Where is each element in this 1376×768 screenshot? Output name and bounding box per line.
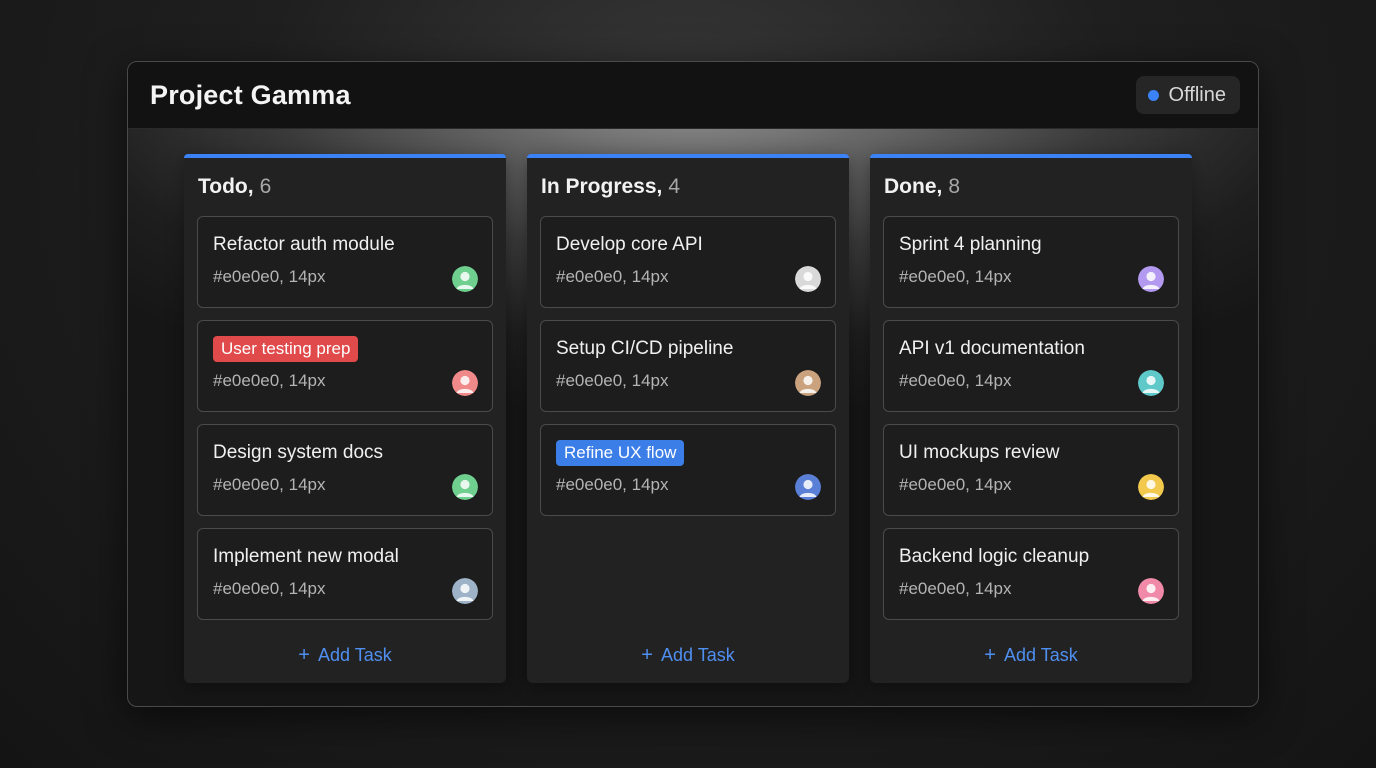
- column-done: Done, 8 Sprint 4 planning #e0e0e0, 14px …: [870, 154, 1192, 683]
- avatar[interactable]: [1138, 370, 1164, 396]
- avatar[interactable]: [795, 370, 821, 396]
- task-card[interactable]: Sprint 4 planning #e0e0e0, 14px: [883, 216, 1179, 308]
- avatar[interactable]: [452, 370, 478, 396]
- task-title: Backend logic cleanup: [899, 546, 1090, 567]
- task-card[interactable]: Refactor auth module #e0e0e0, 14px: [197, 216, 493, 308]
- plus-icon: +: [641, 644, 653, 666]
- avatar[interactable]: [452, 474, 478, 500]
- user-avatar-icon: [795, 474, 821, 500]
- board-columns: Todo, 6 Refactor auth module #e0e0e0, 14…: [184, 154, 1192, 683]
- task-card[interactable]: Design system docs #e0e0e0, 14px: [197, 424, 493, 516]
- user-avatar-icon: [452, 474, 478, 500]
- task-title: Refactor auth module: [213, 234, 395, 255]
- add-task-label: Add Task: [317, 645, 392, 665]
- column-count: 4: [668, 175, 681, 198]
- task-card[interactable]: Refine UX flow #e0e0e0, 14px: [540, 424, 836, 516]
- task-card[interactable]: Develop core API #e0e0e0, 14px: [540, 216, 836, 308]
- column-name: Todo: [198, 175, 248, 198]
- user-avatar-icon: [795, 370, 821, 396]
- task-card[interactable]: Setup CI/CD pipeline #e0e0e0, 14px: [540, 320, 836, 412]
- avatar[interactable]: [452, 578, 478, 604]
- add-task-label: Add Task: [660, 645, 735, 665]
- task-title: Design system docs: [213, 442, 384, 463]
- app-header: Project Gamma Offline: [128, 62, 1258, 129]
- task-meta: #e0e0e0, 14px: [213, 475, 326, 494]
- task-card[interactable]: API v1 documentation #e0e0e0, 14px: [883, 320, 1179, 412]
- user-avatar-icon: [1138, 474, 1164, 500]
- task-meta: #e0e0e0, 14px: [556, 475, 669, 494]
- add-task-button[interactable]: + Add Task: [870, 644, 1192, 667]
- task-title: Implement new modal: [213, 546, 399, 567]
- user-avatar-icon: [452, 370, 478, 396]
- task-title: Setup CI/CD pipeline: [556, 338, 734, 359]
- task-title: API v1 documentation: [899, 338, 1085, 359]
- avatar[interactable]: [795, 474, 821, 500]
- task-meta: #e0e0e0, 14px: [899, 371, 1012, 390]
- task-meta: #e0e0e0, 14px: [899, 267, 1012, 286]
- column-todo: Todo, 6 Refactor auth module #e0e0e0, 14…: [184, 154, 506, 683]
- status-dot-icon: [1147, 89, 1159, 101]
- plus-icon: +: [298, 644, 310, 666]
- user-avatar-icon: [1138, 578, 1164, 604]
- column-header: Todo, 6: [198, 175, 272, 198]
- user-avatar-icon: [795, 266, 821, 292]
- user-avatar-icon: [452, 266, 478, 292]
- task-title: UI mockups review: [899, 442, 1060, 463]
- column-count: 6: [259, 175, 272, 198]
- plus-icon: +: [984, 644, 996, 666]
- task-card[interactable]: Backend logic cleanup #e0e0e0, 14px: [883, 528, 1179, 620]
- task-title: Develop core API: [556, 234, 703, 255]
- avatar[interactable]: [795, 266, 821, 292]
- task-meta: #e0e0e0, 14px: [213, 371, 326, 390]
- user-avatar-icon: [1138, 370, 1164, 396]
- status-label: Offline: [1168, 83, 1226, 106]
- user-avatar-icon: [1138, 266, 1164, 292]
- task-card[interactable]: UI mockups review #e0e0e0, 14px: [883, 424, 1179, 516]
- task-title: Sprint 4 planning: [899, 234, 1042, 255]
- add-task-button[interactable]: + Add Task: [527, 644, 849, 667]
- task-tag: Refine UX flow: [556, 440, 685, 466]
- column-name: In Progress: [541, 175, 657, 198]
- app-window: Project Gamma Offline Todo, 6 Refactor a…: [127, 61, 1259, 707]
- column-header: In Progress, 4: [541, 175, 681, 198]
- column-count: 8: [948, 175, 961, 198]
- avatar[interactable]: [1138, 578, 1164, 604]
- avatar[interactable]: [1138, 266, 1164, 292]
- page-title: Project Gamma: [150, 79, 351, 110]
- task-meta: #e0e0e0, 14px: [899, 579, 1012, 598]
- task-card[interactable]: Implement new modal #e0e0e0, 14px: [197, 528, 493, 620]
- status-badge[interactable]: Offline: [1135, 76, 1240, 114]
- task-meta: #e0e0e0, 14px: [213, 267, 326, 286]
- avatar[interactable]: [452, 266, 478, 292]
- user-avatar-icon: [452, 578, 478, 604]
- avatar[interactable]: [1138, 474, 1164, 500]
- task-meta: #e0e0e0, 14px: [899, 475, 1012, 494]
- column-name: Done: [884, 175, 937, 198]
- column-in-progress: In Progress, 4 Develop core API #e0e0e0,…: [527, 154, 849, 683]
- task-meta: #e0e0e0, 14px: [556, 371, 669, 390]
- task-card[interactable]: User testing prep #e0e0e0, 14px: [197, 320, 493, 412]
- column-header: Done, 8: [884, 175, 961, 198]
- task-meta: #e0e0e0, 14px: [213, 579, 326, 598]
- task-tag: User testing prep: [213, 336, 359, 362]
- add-task-label: Add Task: [1003, 645, 1078, 665]
- task-meta: #e0e0e0, 14px: [556, 267, 669, 286]
- add-task-button[interactable]: + Add Task: [184, 644, 506, 667]
